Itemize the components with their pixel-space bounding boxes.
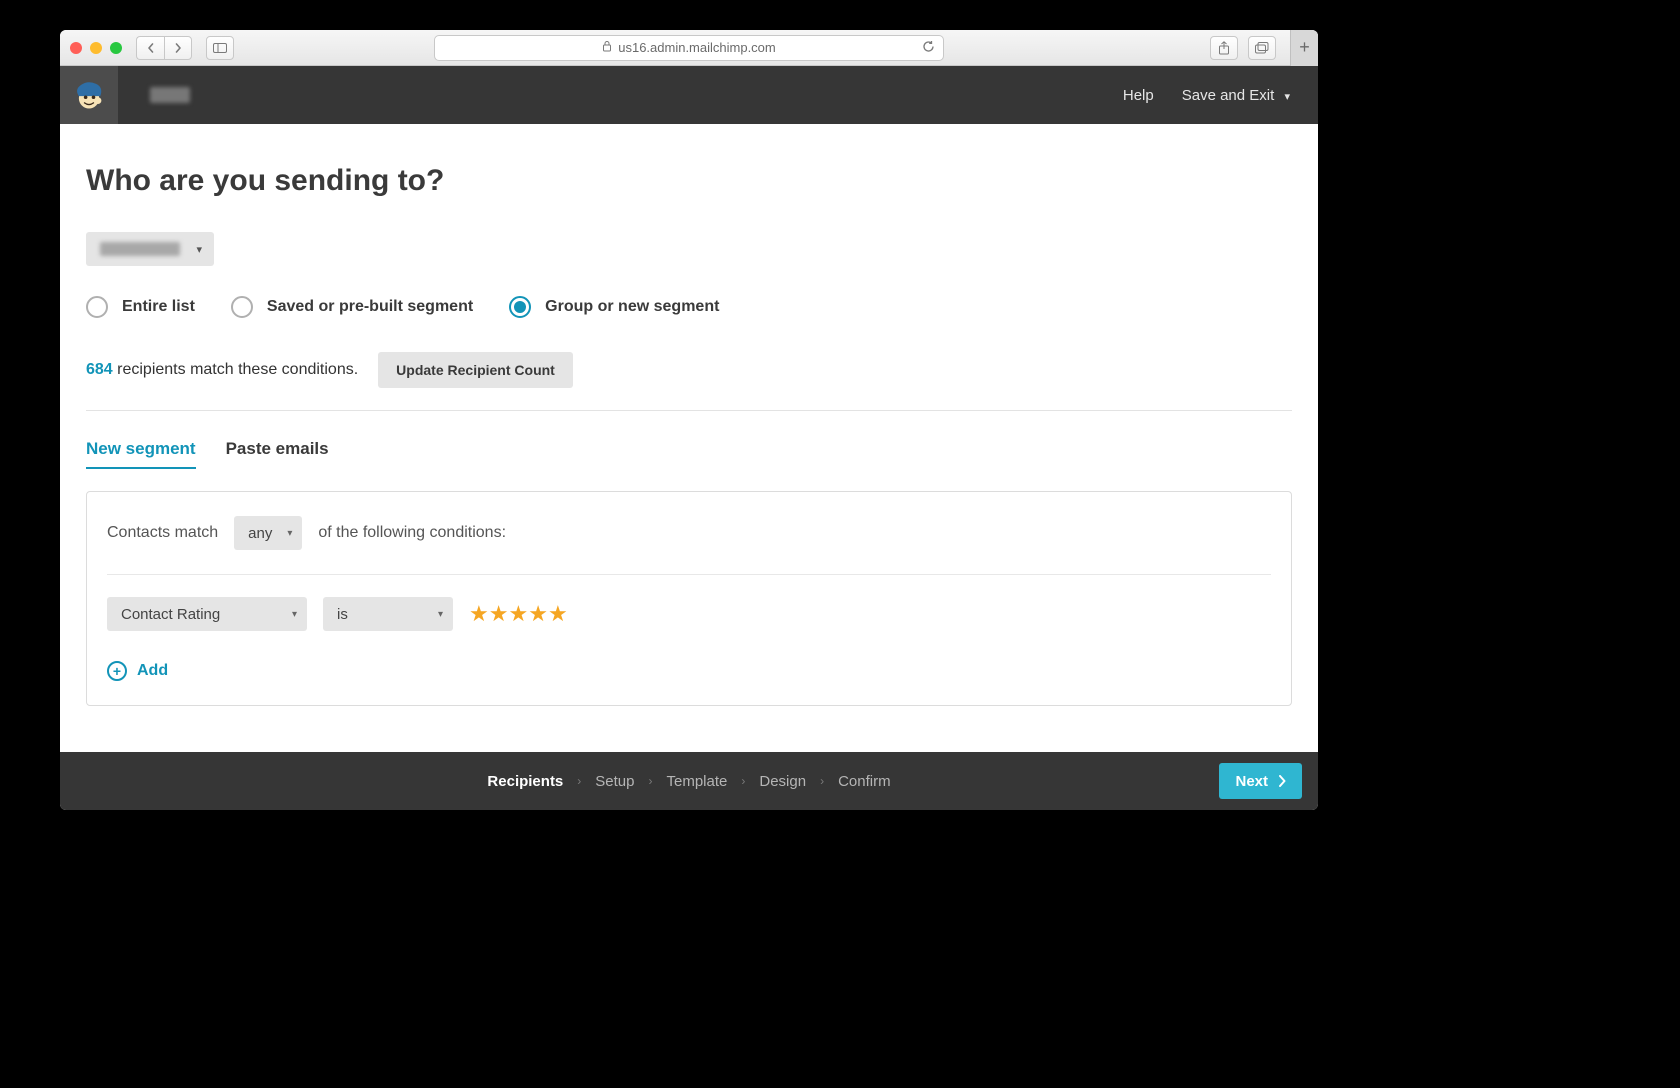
wizard-footer: Recipients › Setup › Template › Design ›… xyxy=(60,752,1318,810)
condition-field-value: Contact Rating xyxy=(121,606,220,623)
add-label: Add xyxy=(137,662,168,680)
condition-field-select[interactable]: Contact Rating ▾ xyxy=(107,597,307,631)
sidebar-toggle-button[interactable] xyxy=(206,36,234,60)
campaign-name-redacted xyxy=(150,87,190,103)
match-prefix: Contacts match xyxy=(107,524,218,542)
plus-circle-icon: + xyxy=(107,661,127,681)
chevron-right-icon: › xyxy=(577,774,581,788)
radio-entire-list[interactable]: Entire list xyxy=(86,296,195,318)
chevron-right-icon: › xyxy=(820,774,824,788)
window-controls xyxy=(70,42,122,54)
save-and-exit-label: Save and Exit xyxy=(1182,87,1275,104)
tab-new-segment[interactable]: New segment xyxy=(86,439,196,469)
star-icon: ★ xyxy=(508,601,527,627)
nav-buttons xyxy=(136,36,192,60)
recipient-scope-radios: Entire list Saved or pre-built segment G… xyxy=(86,296,1292,318)
url-text: us16.admin.mailchimp.com xyxy=(618,40,776,55)
mailchimp-logo[interactable] xyxy=(60,66,118,124)
step-recipients[interactable]: Recipients xyxy=(487,773,563,790)
list-name-redacted xyxy=(100,242,180,256)
match-type-select[interactable]: any ▾ xyxy=(234,516,302,550)
star-icon: ★ xyxy=(469,601,488,627)
radio-icon xyxy=(86,296,108,318)
step-template[interactable]: Template xyxy=(666,773,727,790)
radio-label: Entire list xyxy=(122,298,195,316)
star-icon: ★ xyxy=(528,601,547,627)
tab-paste-emails[interactable]: Paste emails xyxy=(226,439,329,469)
maximize-window-icon[interactable] xyxy=(110,42,122,54)
step-setup[interactable]: Setup xyxy=(595,773,634,790)
forward-button[interactable] xyxy=(164,36,192,60)
address-bar[interactable]: us16.admin.mailchimp.com xyxy=(434,35,944,61)
match-row: Contacts match any ▾ of the following co… xyxy=(107,516,1271,575)
match-suffix: of the following conditions: xyxy=(318,524,506,542)
main-content: Who are you sending to? ▾ Entire list Sa… xyxy=(60,124,1318,752)
chevron-down-icon: ▾ xyxy=(292,609,297,620)
radio-icon xyxy=(231,296,253,318)
reload-icon[interactable] xyxy=(922,40,935,56)
segment-builder: Contacts match any ▾ of the following co… xyxy=(86,491,1292,706)
next-label: Next xyxy=(1235,773,1268,790)
wizard-steps: Recipients › Setup › Template › Design ›… xyxy=(487,773,890,790)
rating-stars[interactable]: ★ ★ ★ ★ ★ xyxy=(469,601,567,627)
share-button[interactable] xyxy=(1210,36,1238,60)
radio-label: Group or new segment xyxy=(545,298,719,316)
minimize-window-icon[interactable] xyxy=(90,42,102,54)
app-header: Help Save and Exit ▾ xyxy=(60,66,1318,124)
chevron-down-icon: ▾ xyxy=(1284,91,1290,103)
monkey-icon xyxy=(71,77,107,113)
help-link[interactable]: Help xyxy=(1123,87,1154,104)
page-title: Who are you sending to? xyxy=(86,164,1292,198)
recipient-suffix: recipients match these conditions. xyxy=(113,361,358,378)
browser-window: us16.admin.mailchimp.com + xyxy=(60,30,1318,810)
chevron-down-icon: ▾ xyxy=(196,243,202,256)
match-type-value: any xyxy=(248,525,272,542)
condition-operator-value: is xyxy=(337,606,348,623)
chevron-down-icon: ▾ xyxy=(287,528,292,539)
safari-toolbar: us16.admin.mailchimp.com + xyxy=(60,30,1318,66)
recipient-count-text: 684 recipients match these conditions. xyxy=(86,361,358,379)
segment-tabs: New segment Paste emails xyxy=(86,439,1292,469)
condition-operator-select[interactable]: is ▾ xyxy=(323,597,453,631)
radio-icon xyxy=(509,296,531,318)
chevron-right-icon: › xyxy=(741,774,745,788)
update-recipient-count-button[interactable]: Update Recipient Count xyxy=(378,352,573,388)
close-window-icon[interactable] xyxy=(70,42,82,54)
condition-row: Contact Rating ▾ is ▾ ★ ★ ★ ★ ★ xyxy=(107,597,1271,631)
tabs-button[interactable] xyxy=(1248,36,1276,60)
star-icon: ★ xyxy=(548,601,567,627)
radio-saved-segment[interactable]: Saved or pre-built segment xyxy=(231,296,473,318)
step-design[interactable]: Design xyxy=(759,773,806,790)
new-tab-button[interactable]: + xyxy=(1290,30,1318,66)
chevron-right-icon: › xyxy=(648,774,652,788)
add-condition-button[interactable]: + Add xyxy=(107,661,1271,681)
radio-label: Saved or pre-built segment xyxy=(267,298,473,316)
save-and-exit-menu[interactable]: Save and Exit ▾ xyxy=(1182,87,1290,104)
recipient-count-row: 684 recipients match these conditions. U… xyxy=(86,352,1292,411)
star-icon: ★ xyxy=(489,601,508,627)
step-confirm[interactable]: Confirm xyxy=(838,773,891,790)
lock-icon xyxy=(602,40,612,55)
recipient-count-link[interactable]: 684 xyxy=(86,361,113,378)
list-select[interactable]: ▾ xyxy=(86,232,214,266)
back-button[interactable] xyxy=(136,36,164,60)
radio-group-or-new-segment[interactable]: Group or new segment xyxy=(509,296,719,318)
chevron-down-icon: ▾ xyxy=(438,609,443,620)
chevron-right-icon xyxy=(1278,775,1286,787)
next-button[interactable]: Next xyxy=(1219,763,1302,799)
